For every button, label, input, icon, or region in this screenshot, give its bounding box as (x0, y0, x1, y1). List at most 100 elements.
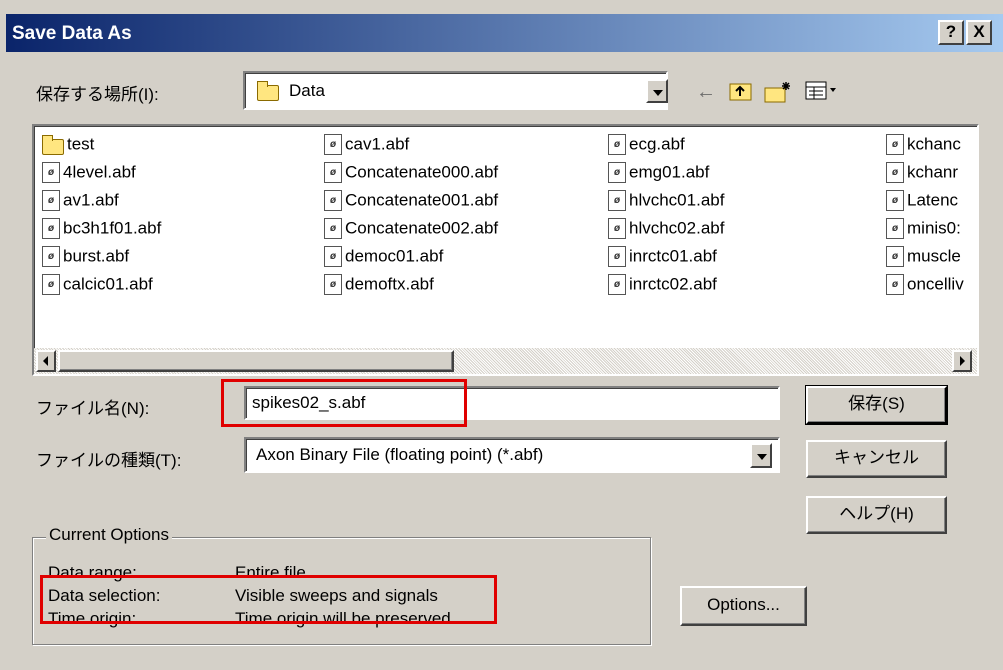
file-name: av1.abf (63, 190, 119, 210)
list-item[interactable]: ø demoftx.abf (324, 274, 434, 300)
folder-icon (257, 81, 279, 101)
file-name: hlvchc02.abf (629, 218, 725, 238)
list-item[interactable]: test (42, 134, 94, 160)
abf-file-icon: ø (886, 218, 904, 240)
list-item[interactable]: ø democ01.abf (324, 246, 443, 272)
file-list[interactable]: test ø 4level.abf ø av1.abf ø bc3h1f01.abf … (32, 124, 979, 376)
file-name: inrctc01.abf (629, 246, 717, 266)
file-name: test (67, 134, 95, 154)
abf-file-icon: ø (324, 134, 342, 156)
abf-file-icon: ø (608, 246, 626, 268)
list-item[interactable]: ø muscle (886, 246, 961, 272)
folder-icon (42, 134, 64, 155)
list-item[interactable]: ø bc3h1f01.abf (42, 218, 161, 244)
list-item[interactable]: ø ecg.abf (608, 134, 685, 160)
abf-file-icon: ø (42, 274, 60, 296)
list-item[interactable]: ø inrctc01.abf (608, 246, 717, 272)
list-item[interactable]: ø kchanr (886, 162, 958, 188)
abf-file-icon: ø (886, 274, 904, 296)
file-name: Concatenate001.abf (345, 190, 499, 210)
abf-file-icon: ø (42, 246, 60, 268)
file-name: kchanc (907, 134, 961, 154)
list-item[interactable]: ø 4level.abf (42, 162, 136, 188)
list-item[interactable]: ø hlvchc01.abf (608, 190, 724, 216)
abf-file-icon: ø (324, 190, 342, 212)
list-item[interactable]: ø burst.abf (42, 246, 129, 272)
file-name: inrctc02.abf (629, 274, 717, 294)
highlight-box-options (40, 575, 497, 624)
file-name: Concatenate000.abf (345, 162, 499, 182)
list-item[interactable]: ø cav1.abf (324, 134, 409, 160)
filetype-label: ファイルの種類(T): (36, 451, 182, 470)
list-item[interactable]: ø minis0: (886, 218, 961, 244)
list-item[interactable]: ø kchanc (886, 134, 961, 160)
filetype-dropdown-button[interactable] (750, 443, 772, 468)
back-arrow-icon[interactable]: ← (696, 80, 716, 104)
location-dropdown-button[interactable] (646, 79, 668, 103)
abf-file-icon: ø (42, 190, 60, 212)
abf-file-icon: ø (324, 162, 342, 184)
file-name: 4level.abf (63, 162, 136, 182)
chevron-down-icon (653, 90, 663, 96)
file-name: burst.abf (63, 246, 130, 266)
options-button[interactable]: Options... (680, 586, 807, 626)
list-item[interactable]: ø oncelliv (886, 274, 964, 300)
view-menu-icon[interactable] (805, 80, 839, 104)
list-item[interactable]: ø av1.abf (42, 190, 119, 216)
help-button[interactable]: ヘルプ(H) (806, 496, 947, 534)
abf-file-icon: ø (886, 246, 904, 268)
scroll-left-arrow[interactable] (36, 350, 56, 372)
scroll-thumb[interactable] (58, 350, 454, 372)
highlight-box-filename (221, 379, 467, 427)
abf-file-icon: ø (42, 162, 60, 184)
abf-file-icon: ø (42, 218, 60, 240)
file-name: demoftx.abf (345, 274, 434, 294)
file-name: Latenc (907, 190, 959, 210)
scroll-right-arrow[interactable] (952, 350, 972, 372)
file-name: calcic01.abf (63, 274, 153, 294)
abf-file-icon: ø (608, 218, 626, 240)
file-name: minis0: (907, 218, 961, 238)
location-label: 保存する場所(I): (36, 85, 159, 104)
file-name: muscle (907, 246, 961, 266)
filetype-select[interactable]: Axon Binary File (floating point) (*.abf… (244, 437, 780, 473)
chevron-left-icon (43, 356, 48, 366)
help-title-button[interactable]: ? (938, 20, 964, 45)
abf-file-icon: ø (886, 134, 904, 156)
file-name: democ01.abf (345, 246, 444, 266)
chevron-right-icon (960, 356, 965, 366)
list-item[interactable]: ø calcic01.abf (42, 274, 153, 300)
abf-file-icon: ø (608, 134, 626, 156)
abf-file-icon: ø (324, 218, 342, 240)
file-name: ecg.abf (629, 134, 685, 154)
file-name: bc3h1f01.abf (63, 218, 162, 238)
title-bar: Save Data As ? X (6, 14, 1003, 52)
dialog-title: Save Data As (12, 23, 132, 44)
location-value: Data (289, 81, 325, 100)
list-item[interactable]: ø emg01.abf (608, 162, 709, 188)
list-item[interactable]: ø Concatenate000.abf (324, 162, 498, 188)
abf-file-icon: ø (608, 162, 626, 184)
file-name: kchanr (907, 162, 959, 182)
current-options-title: Current Options (46, 525, 172, 545)
close-button[interactable]: X (966, 20, 992, 45)
file-name: emg01.abf (629, 162, 710, 182)
list-item[interactable]: ø Concatenate002.abf (324, 218, 498, 244)
horizontal-scrollbar[interactable] (34, 348, 977, 374)
new-folder-icon[interactable] (764, 80, 792, 104)
list-item[interactable]: ø hlvchc02.abf (608, 218, 724, 244)
abf-file-icon: ø (324, 246, 342, 268)
list-item[interactable]: ø Latenc (886, 190, 958, 216)
filetype-value: Axon Binary File (floating point) (*.abf… (256, 445, 544, 464)
list-item[interactable]: ø Concatenate001.abf (324, 190, 498, 216)
save-button[interactable]: 保存(S) (805, 385, 948, 425)
file-name: cav1.abf (345, 134, 410, 154)
list-item[interactable]: ø inrctc02.abf (608, 274, 717, 300)
abf-file-icon: ø (608, 190, 626, 212)
abf-file-icon: ø (886, 190, 904, 212)
abf-file-icon: ø (886, 162, 904, 184)
location-combo[interactable]: Data (243, 71, 668, 110)
cancel-button[interactable]: キャンセル (806, 440, 947, 478)
abf-file-icon: ø (608, 274, 626, 296)
up-folder-icon[interactable] (729, 80, 753, 104)
